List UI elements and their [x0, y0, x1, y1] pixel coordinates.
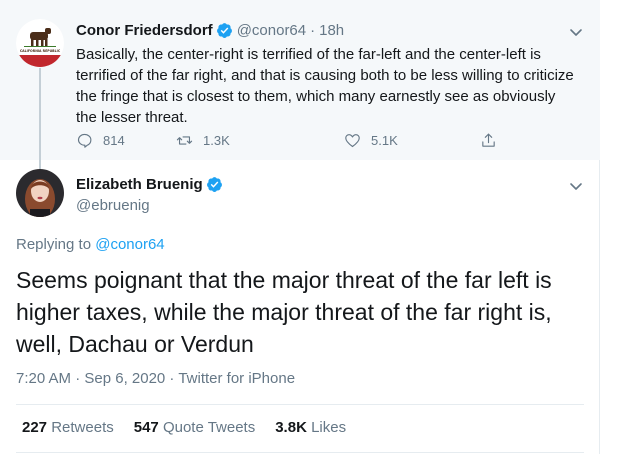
stat-count: 547	[133, 419, 159, 436]
parent-author-row: Conor Friedersdorf @conor64 · 18h	[76, 22, 344, 39]
replying-to-link[interactable]: @conor64	[95, 236, 164, 253]
stat-label: Retweets	[51, 419, 114, 436]
profile-photo-icon	[16, 169, 64, 217]
divider	[16, 404, 584, 405]
retweet-button[interactable]: 1.3K	[176, 132, 230, 149]
author-name[interactable]: Conor Friedersdorf	[76, 22, 213, 39]
replying-to: Replying to @conor64	[16, 236, 165, 253]
share-icon	[482, 133, 495, 147]
retweets-stat[interactable]: 227 Retweets	[22, 419, 114, 436]
tweet-thread: CALIFORNIA REPUBLIC Conor Friedersdorf @…	[0, 0, 600, 454]
retweet-count: 1.3K	[203, 133, 230, 148]
tweet-stats: 227 Retweets 547 Quote Tweets 3.8K Likes	[22, 419, 366, 436]
california-flag-icon: CALIFORNIA REPUBLIC	[16, 19, 64, 67]
share-button[interactable]	[480, 132, 507, 149]
reply-button[interactable]: 814	[76, 132, 125, 149]
author-handle[interactable]: @ebruenig	[76, 197, 150, 214]
reply-count: 814	[103, 133, 125, 148]
stat-label: Likes	[311, 419, 347, 436]
author-handle[interactable]: @conor64	[237, 22, 306, 39]
stat-label: Quote Tweets	[162, 419, 256, 436]
replying-to-label: Replying to	[16, 236, 92, 253]
parent-tweet[interactable]: CALIFORNIA REPUBLIC Conor Friedersdorf @…	[0, 0, 600, 170]
reply-icon	[77, 133, 92, 148]
separator-dot: ·	[310, 22, 316, 39]
heart-icon	[345, 134, 360, 148]
retweet-icon	[176, 136, 193, 145]
verified-badge-icon	[216, 23, 232, 38]
author-name[interactable]: Elizabeth Bruenig	[76, 176, 203, 193]
chevron-down-icon[interactable]	[566, 176, 586, 196]
thread-connector-line	[39, 68, 41, 170]
avatar[interactable]	[16, 169, 64, 217]
tweet-timestamp[interactable]: 7:20 AM · Sep 6, 2020 · Twitter for iPho…	[16, 370, 295, 387]
main-author-row: Elizabeth Bruenig	[76, 176, 223, 193]
stat-count: 227	[22, 419, 48, 436]
like-count: 5.1K	[371, 133, 398, 148]
avatar[interactable]: CALIFORNIA REPUBLIC	[16, 19, 64, 67]
chevron-down-icon[interactable]	[566, 22, 586, 42]
tweet-text: Basically, the center-right is terrified…	[76, 46, 574, 126]
like-button[interactable]: 5.1K	[344, 132, 398, 149]
svg-text:CALIFORNIA REPUBLIC: CALIFORNIA REPUBLIC	[20, 49, 61, 53]
tweet-text: Seems poignant that the major threat of …	[16, 267, 552, 357]
stat-count: 3.8K	[275, 419, 307, 436]
divider	[16, 452, 584, 453]
tweet-actions: 814 1.3K 5.1K	[76, 132, 516, 152]
likes-stat[interactable]: 3.8K Likes	[275, 419, 346, 436]
quote-tweets-stat[interactable]: 547 Quote Tweets	[134, 419, 255, 436]
verified-badge-icon	[206, 177, 222, 192]
tweet-time[interactable]: 18h	[319, 22, 344, 39]
